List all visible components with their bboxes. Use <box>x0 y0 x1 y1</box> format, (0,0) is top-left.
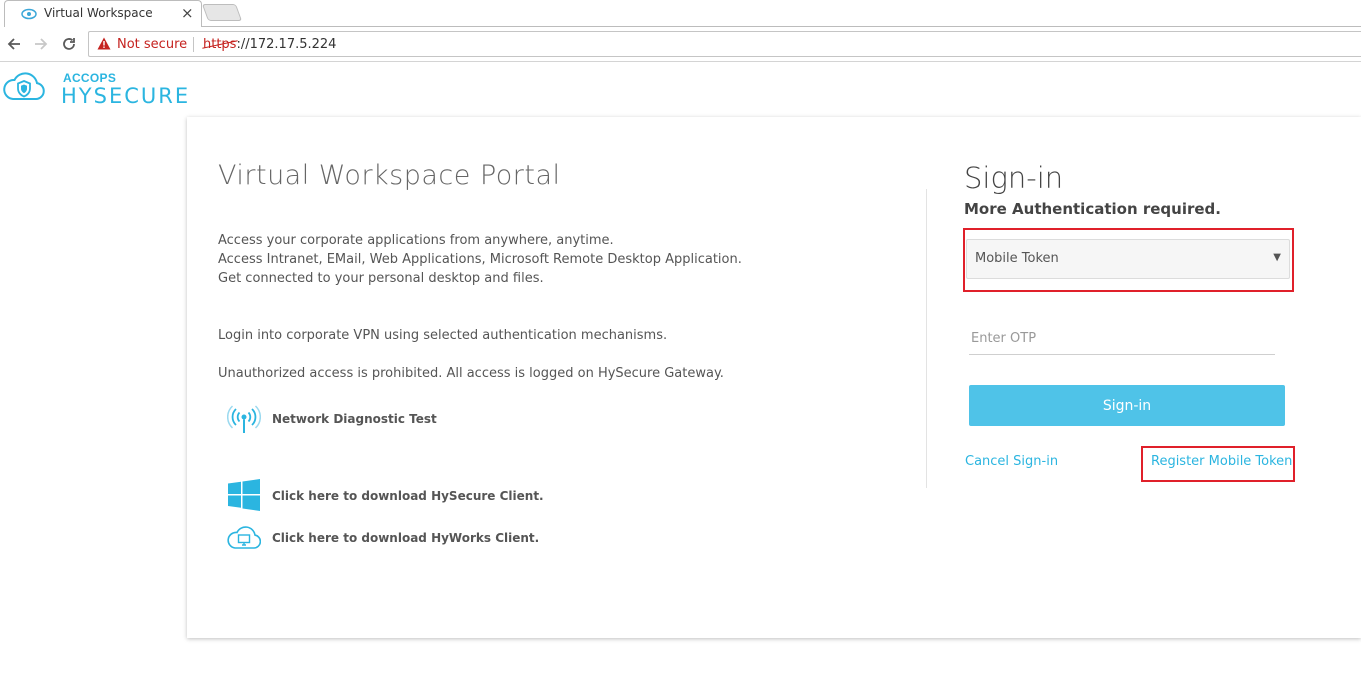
wireless-signal-icon <box>227 405 261 433</box>
login-card: Virtual Workspace Portal Access your cor… <box>187 117 1361 638</box>
portal-description: Access your corporate applications from … <box>218 231 742 288</box>
download-hyworks-label[interactable]: Click here to download HyWorks Client. <box>272 531 539 545</box>
url-scheme: https <box>203 37 237 52</box>
page-title: Virtual Workspace Portal <box>218 160 561 191</box>
signin-subtitle: More Authentication required. <box>964 200 1221 218</box>
browser-tabstrip: Virtual Workspace × <box>0 0 1361 27</box>
auth-method-select[interactable]: Mobile Token ▼ <box>966 239 1290 279</box>
signin-button[interactable]: Sign-in <box>969 385 1285 426</box>
cloud-shield-logo-icon <box>3 72 45 100</box>
download-hysecure-label[interactable]: Click here to download HySecure Client. <box>272 489 544 503</box>
cloud-monitor-icon <box>227 526 261 549</box>
address-separator <box>193 37 194 52</box>
vertical-divider <box>926 189 927 488</box>
otp-input[interactable] <box>969 323 1275 355</box>
forward-arrow-icon[interactable] <box>30 33 52 55</box>
description-line: Access your corporate applications from … <box>218 233 614 248</box>
warning-note: Unauthorized access is prohibited. All a… <box>218 366 724 381</box>
reload-icon[interactable] <box>58 33 80 55</box>
new-tab-button[interactable] <box>201 4 243 21</box>
tab-close-icon[interactable]: × <box>181 4 194 22</box>
signin-title: Sign-in <box>964 161 1064 195</box>
browser-toolbar: Not secure https://172.17.5.224 <box>0 27 1361 62</box>
logo-brand-top: ACCOPS <box>63 71 117 85</box>
cancel-signin-link[interactable]: Cancel Sign-in <box>965 454 1058 469</box>
accops-hysecure-logo: ACCOPS HYSECURE <box>0 64 200 108</box>
windows-logo-icon <box>228 479 260 511</box>
url-text: https://172.17.5.224 <box>203 37 336 52</box>
logo-brand-main: HYSECURE <box>61 84 191 108</box>
warning-triangle-icon <box>97 37 111 50</box>
auth-method-selected-value: Mobile Token <box>975 251 1059 266</box>
network-diagnostic-label[interactable]: Network Diagnostic Test <box>272 412 437 426</box>
url-host: ://172.17.5.224 <box>236 37 337 52</box>
browser-tab[interactable]: Virtual Workspace × <box>4 0 202 27</box>
back-arrow-icon[interactable] <box>3 33 25 55</box>
eye-favicon-icon <box>21 8 37 20</box>
register-mobile-token-link[interactable]: Register Mobile Token <box>1151 454 1292 469</box>
description-line: Get connected to your personal desktop a… <box>218 271 544 286</box>
tab-title: Virtual Workspace <box>44 6 153 20</box>
dropdown-caret-icon: ▼ <box>1273 252 1281 263</box>
description-line: Access Intranet, EMail, Web Applications… <box>218 252 742 267</box>
address-bar[interactable]: Not secure https://172.17.5.224 <box>88 31 1361 57</box>
security-status-label[interactable]: Not secure <box>117 37 187 52</box>
vpn-note: Login into corporate VPN using selected … <box>218 328 668 343</box>
